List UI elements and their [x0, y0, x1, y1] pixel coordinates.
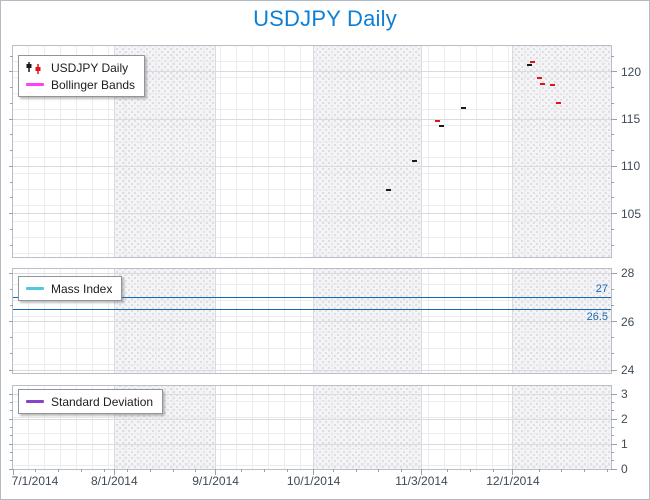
- y-tick-label: 24: [621, 363, 635, 378]
- legend-label: Standard Deviation: [51, 394, 154, 409]
- month-band: [512, 46, 611, 257]
- constant-line-label: 26.5: [586, 311, 608, 324]
- legend-label: Mass Index: [51, 281, 113, 296]
- value-gridline: [13, 418, 611, 420]
- candlestick: [461, 106, 467, 109]
- candlestick: [438, 124, 444, 127]
- legend-item-bollinger-bands: Bollinger Bands: [24, 76, 135, 93]
- candlestick: [536, 76, 542, 79]
- candlestick: [412, 159, 418, 162]
- legend-label: Bollinger Bands: [51, 77, 136, 92]
- value-gridline: [13, 369, 611, 371]
- month-gridline: [512, 386, 514, 469]
- standard-deviation-legend: Standard Deviation: [18, 389, 164, 414]
- candlestick: [549, 84, 555, 87]
- value-gridline: [13, 321, 611, 323]
- std-dev-line-icon: [24, 400, 46, 403]
- month-gridline: [313, 46, 315, 257]
- candlestick: [435, 120, 441, 123]
- month-gridline: [215, 46, 217, 257]
- constant-line: [13, 308, 611, 310]
- month-gridline: [512, 46, 514, 257]
- x-tick-label: 8/1/2014: [90, 474, 138, 488]
- value-gridline: [13, 118, 611, 120]
- x-tick-label: 12/1/2014: [486, 474, 540, 488]
- price-legend: USDJPY Daily Bollinger Bands: [18, 55, 146, 97]
- y-tick-label: 26: [621, 314, 635, 329]
- candlestick: [539, 83, 545, 86]
- candlestick: [386, 188, 392, 191]
- x-tick-label: 7/1/2014: [11, 474, 59, 488]
- month-gridline: [313, 386, 315, 469]
- legend-label: USDJPY Daily: [51, 60, 129, 75]
- month-gridline: [420, 386, 422, 469]
- month-band: [512, 386, 611, 469]
- value-gridline: [13, 443, 611, 445]
- y-tick-label: 1: [621, 437, 628, 451]
- y-tick-label: 0: [621, 462, 628, 476]
- candlestick: [530, 60, 536, 63]
- value-gridline: [13, 165, 611, 167]
- month-gridline: [215, 386, 217, 469]
- month-gridline: [420, 46, 422, 257]
- candlestick: [556, 102, 562, 105]
- candlestick: [526, 64, 532, 67]
- mass-index-line-icon: [24, 287, 46, 290]
- chart-title: USDJPY Daily: [253, 6, 397, 31]
- x-tick-label: 10/1/2014: [286, 474, 341, 488]
- legend-item-usdjpy-daily: USDJPY Daily: [24, 59, 135, 76]
- y-tick-label: 3: [621, 387, 628, 401]
- x-tick-label: 9/1/2014: [192, 474, 239, 488]
- mass-index-legend: Mass Index: [18, 276, 123, 301]
- chart-window: USDJPY Daily 27 26.5 105 110 115 120 24 26 28 0 1…: [0, 0, 650, 500]
- candlestick-icon: [24, 61, 46, 75]
- y-tick-label: 105: [621, 206, 642, 221]
- bollinger-line-icon: [24, 83, 46, 86]
- constant-line-label: 27: [595, 283, 608, 296]
- x-tick-label: 11/3/2014: [395, 474, 448, 488]
- legend-item-mass-index: Mass Index: [24, 280, 112, 297]
- value-gridline: [13, 272, 611, 274]
- legend-item-standard-deviation: Standard Deviation: [24, 393, 153, 410]
- y-tick-label: 115: [621, 112, 641, 127]
- y-tick-label: 110: [621, 159, 641, 174]
- y-tick-label: 120: [621, 64, 642, 79]
- y-tick-label: 28: [621, 266, 635, 281]
- month-band: [313, 46, 422, 257]
- y-tick-label: 2: [621, 412, 628, 426]
- month-band: [313, 386, 422, 469]
- value-gridline: [13, 213, 611, 215]
